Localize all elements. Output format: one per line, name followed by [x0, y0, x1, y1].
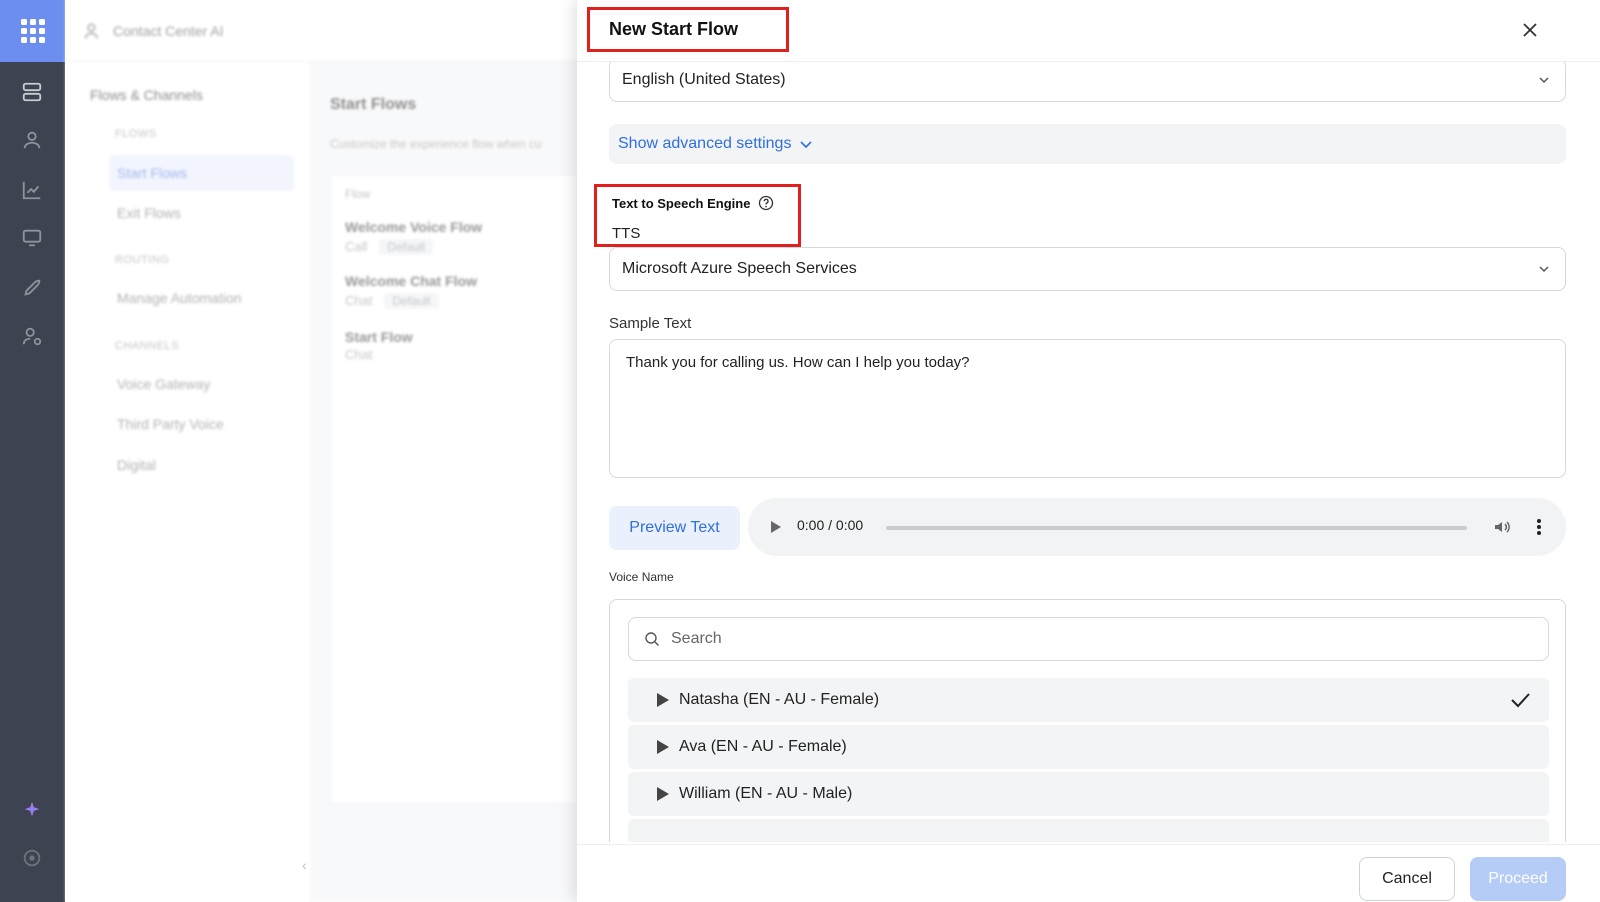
users-rail-icon[interactable]: [20, 128, 44, 152]
voice-list-container: Natasha (EN - AU - Female) Ava (EN - AU …: [609, 599, 1566, 842]
language-select[interactable]: English (United States): [609, 58, 1566, 102]
app-root: Contact Center AI Flows & Channels FLOWS…: [0, 0, 1600, 902]
more-options-icon[interactable]: [1534, 517, 1544, 537]
sidebar-section-channels: CHANNELS: [115, 340, 179, 352]
sidebar-heading: Flows & Channels: [90, 87, 203, 103]
tts-engine-label: Text to Speech Engine: [612, 195, 751, 211]
voice-name-label: Voice Name: [609, 570, 674, 584]
close-button[interactable]: [1518, 18, 1542, 42]
analytics-rail-icon[interactable]: [20, 178, 44, 202]
sidebar-item-voice-gateway[interactable]: Voice Gateway: [117, 376, 210, 392]
table-row-type: Chat Default: [345, 293, 439, 309]
tts-engine-label-row: Text to Speech Engine: [612, 195, 774, 211]
voice-search-input[interactable]: [671, 618, 1531, 660]
voice-option-label: Ava (EN - AU - Female): [679, 738, 847, 755]
sidebar-item-exit-flows[interactable]: Exit Flows: [117, 205, 181, 221]
voice-option-natasha[interactable]: Natasha (EN - AU - Female): [628, 678, 1549, 722]
preview-text-button[interactable]: Preview Text: [609, 506, 740, 550]
panel-title: New Start Flow: [609, 19, 739, 39]
table-row-type: Chat: [345, 347, 373, 362]
speech-engine-select[interactable]: Microsoft Azure Speech Services: [609, 247, 1566, 291]
settings-rail-icon[interactable]: [20, 846, 44, 870]
voice-option-label: William (EN - AU - Male): [679, 785, 853, 802]
proceed-button[interactable]: Proceed: [1470, 857, 1566, 901]
flows-table: Flow Welcome Voice Flow Call Default Welc…: [330, 174, 577, 804]
background-main: Start Flows Customize the experience flo…: [310, 62, 577, 902]
language-value: English (United States): [622, 71, 786, 88]
apps-grid-button[interactable]: [0, 0, 65, 62]
audio-progress-track[interactable]: [886, 526, 1467, 530]
advanced-settings-label: Show advanced settings: [618, 135, 792, 152]
help-icon[interactable]: [758, 195, 774, 211]
panel-title-highlight: New Start Flow: [587, 7, 789, 52]
voice-option-partial[interactable]: [628, 819, 1549, 842]
voice-option-ava[interactable]: Ava (EN - AU - Female): [628, 725, 1549, 769]
page-title: Start Flows: [330, 96, 417, 113]
rocket-rail-icon[interactable]: [20, 276, 44, 300]
voice-option-william[interactable]: William (EN - AU - Male): [628, 772, 1549, 816]
collapse-sidebar-icon[interactable]: ‹: [302, 857, 307, 873]
new-start-flow-panel: English (United States) New Start Flow S…: [577, 0, 1600, 902]
sidebar-section-flows: FLOWS: [115, 128, 157, 140]
volume-icon[interactable]: [1492, 517, 1512, 537]
sample-text-label: Sample Text: [609, 315, 692, 332]
table-row-name[interactable]: Welcome Voice Flow: [345, 219, 482, 235]
left-rail: [0, 0, 65, 902]
show-advanced-settings-toggle[interactable]: Show advanced settings: [609, 124, 1566, 164]
sample-text-input[interactable]: Thank you for calling us. How can I help…: [609, 339, 1566, 478]
cancel-button[interactable]: Cancel: [1359, 857, 1455, 901]
table-row-name[interactable]: Welcome Chat Flow: [345, 273, 477, 289]
app-name: Contact Center AI: [113, 22, 224, 39]
table-header-flow: Flow: [345, 187, 371, 201]
page-subtitle: Customize the experience flow when cu: [330, 137, 542, 151]
panel-header: New Start Flow: [577, 0, 1600, 62]
play-icon[interactable]: [656, 693, 669, 707]
table-row-type: Call Default: [345, 239, 434, 255]
close-icon: [1523, 23, 1537, 37]
flows-rail-icon[interactable]: [20, 80, 44, 104]
play-icon[interactable]: [766, 518, 784, 536]
app-topbar: Contact Center AI: [65, 0, 577, 62]
audio-time: 0:00 / 0:00: [797, 517, 864, 533]
audio-player: 0:00 / 0:00: [748, 498, 1566, 556]
table-row-name[interactable]: Start Flow: [345, 329, 413, 345]
chevron-down-icon: [800, 141, 813, 149]
background-sidebar: Flows & Channels FLOWS Start Flows Exit …: [65, 62, 310, 902]
sidebar-item-digital[interactable]: Digital: [117, 457, 156, 473]
apps-grid-icon: [20, 19, 45, 43]
voice-option-label: Natasha (EN - AU - Female): [679, 691, 880, 708]
agent-settings-rail-icon[interactable]: [20, 324, 44, 348]
sidebar-section-routing: ROUTING: [115, 254, 170, 266]
checkmark-icon: [1511, 693, 1530, 708]
panel-footer: Cancel Proceed: [577, 844, 1600, 902]
tts-engine-value: TTS: [612, 225, 641, 242]
chevron-down-icon: [1539, 77, 1549, 84]
chevron-down-icon: [1539, 266, 1549, 273]
play-icon[interactable]: [656, 740, 669, 754]
ai-sparkle-rail-icon[interactable]: [20, 798, 44, 822]
background-page: Contact Center AI Flows & Channels FLOWS…: [65, 0, 577, 902]
sidebar-item-manage-automation[interactable]: Manage Automation: [117, 290, 242, 306]
speech-engine-value: Microsoft Azure Speech Services: [622, 260, 857, 277]
monitor-rail-icon[interactable]: [20, 226, 44, 250]
tts-engine-highlight: Text to Speech Engine TTS: [594, 184, 801, 247]
user-icon: [84, 23, 98, 39]
sidebar-item-third-party-voice[interactable]: Third Party Voice: [117, 416, 224, 432]
search-icon: [645, 632, 659, 646]
play-icon[interactable]: [656, 787, 669, 801]
voice-search-field[interactable]: [628, 617, 1549, 661]
sidebar-item-start-flows[interactable]: Start Flows: [109, 155, 294, 191]
